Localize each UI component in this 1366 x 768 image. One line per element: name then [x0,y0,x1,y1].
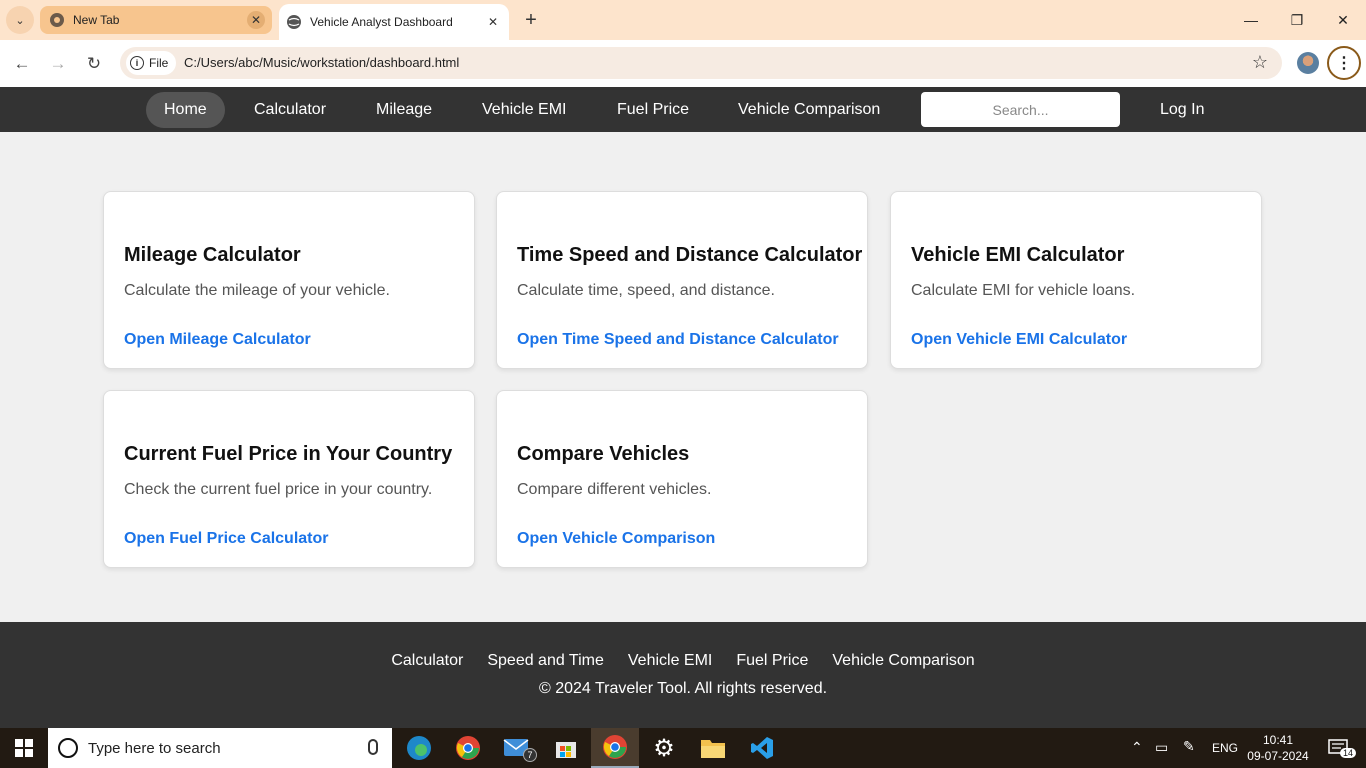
new-tab-plus-icon[interactable]: + [519,8,543,32]
tab-title: Vehicle Analyst Dashboard [310,15,453,29]
url-text[interactable]: C:/Users/abc/Music/workstation/dashboard… [184,55,459,70]
site-info-chip[interactable]: i File [126,51,177,75]
footer-link-fuel-price[interactable]: Fuel Price [736,652,808,670]
tab-close-icon[interactable]: ✕ [247,11,265,29]
battery-icon[interactable]: ▭ [1155,739,1168,756]
chrome-icon[interactable] [444,728,492,768]
browser-toolbar: ← → ↻ i File C:/Users/abc/Music/workstat… [0,40,1366,87]
notification-badge: 14 [1340,748,1357,758]
vscode-icon[interactable] [738,728,786,768]
card-link[interactable]: Open Vehicle Comparison [517,530,715,548]
card-link[interactable]: Open Time Speed and Distance Calculator [517,331,839,349]
footer-links: Calculator Speed and Time Vehicle EMI Fu… [0,652,1366,670]
forward-arrow-icon[interactable]: → [45,51,71,77]
profile-avatar[interactable] [1297,52,1319,74]
info-icon: i [130,56,144,70]
browser-menu-kebab-icon[interactable]: ⋮ [1327,46,1361,80]
card-title: Time Speed and Distance Calculator [517,244,863,266]
tab-close-icon[interactable]: ✕ [484,13,502,31]
site-search-input[interactable] [921,92,1120,127]
login-link[interactable]: Log In [1142,92,1222,128]
back-arrow-icon[interactable]: ← [9,51,35,77]
mail-icon[interactable]: 7 [493,728,541,768]
card-title: Current Fuel Price in Your Country [124,443,453,465]
address-bar[interactable]: i File C:/Users/abc/Music/workstation/da… [120,47,1282,79]
mail-badge: 7 [523,748,537,762]
card-title: Vehicle EMI Calculator [911,244,1125,266]
minimize-icon[interactable]: — [1238,8,1264,32]
site-footer: Calculator Speed and Time Vehicle EMI Fu… [0,622,1366,728]
clock-time: 10:41 [1262,733,1294,747]
copyright-text: © 2024 Traveler Tool. All rights reserve… [538,680,828,697]
card-time-speed-distance: Time Speed and Distance Calculator Calcu… [496,191,868,369]
taskbar-clock[interactable]: 10:41 09-07-2024 [1240,732,1316,764]
card-fuel-price: Current Fuel Price in Your Country Check… [103,390,475,568]
tray-chevron-up-icon[interactable]: ⌃ [1131,739,1143,756]
card-description: Calculate EMI for vehicle loans. [911,282,1136,299]
site-navbar: Home Calculator Mileage Vehicle EMI Fuel… [0,87,1366,132]
footer-link-vehicle-emi[interactable]: Vehicle EMI [628,652,712,670]
tab-title: New Tab [73,13,120,27]
file-explorer-icon[interactable] [689,728,737,768]
windows-start-icon[interactable] [0,728,48,768]
taskbar-search-box[interactable]: Type here to search [48,728,392,768]
nav-item-fuel-price[interactable]: Fuel Price [599,92,707,128]
taskbar-search-placeholder: Type here to search [88,739,221,757]
browser-tab-strip: ⌄ New Tab ✕ Vehicle Analyst Dashboard ✕ … [0,0,1366,40]
windows-taskbar: Type here to search 7 ⚙ ⌃ ▭ ✎ ENG 10:41 … [0,728,1366,768]
chrome-active-icon[interactable] [591,728,639,768]
tab-search-chevron-icon[interactable]: ⌄ [6,6,34,34]
cortana-circle-icon [58,738,78,758]
card-title: Compare Vehicles [517,443,690,465]
card-compare-vehicles: Compare Vehicles Compare different vehic… [496,390,868,568]
bookmark-star-icon[interactable]: ☆ [1252,52,1268,73]
restore-icon[interactable]: ❐ [1284,8,1310,32]
settings-gear-icon[interactable]: ⚙ [640,728,688,768]
nav-item-vehicle-emi[interactable]: Vehicle EMI [464,92,584,128]
site-info-label: File [149,56,169,70]
clock-date: 09-07-2024 [1247,749,1309,763]
footer-link-vehicle-comparison[interactable]: Vehicle Comparison [832,652,974,670]
footer-link-speed-and-time[interactable]: Speed and Time [487,652,604,670]
language-indicator[interactable]: ENG [1212,741,1238,755]
card-vehicle-emi: Vehicle EMI Calculator Calculate EMI for… [890,191,1262,369]
card-link[interactable]: Open Vehicle EMI Calculator [911,331,1127,349]
notification-center-icon[interactable]: 14 [1318,728,1358,768]
nav-item-mileage[interactable]: Mileage [358,92,450,128]
card-title: Mileage Calculator [124,244,301,266]
store-icon[interactable] [542,728,590,768]
card-mileage-calculator: Mileage Calculator Calculate the mileage… [103,191,475,369]
card-link[interactable]: Open Fuel Price Calculator [124,530,329,548]
tab-vehicle-analyst-dashboard[interactable]: Vehicle Analyst Dashboard ✕ [279,4,509,40]
window-close-icon[interactable]: ✕ [1330,8,1356,32]
card-description: Check the current fuel price in your cou… [124,481,433,498]
nav-item-home[interactable]: Home [146,92,225,128]
reload-icon[interactable]: ↻ [81,51,107,77]
card-link[interactable]: Open Mileage Calculator [124,331,311,349]
footer-link-calculator[interactable]: Calculator [391,652,463,670]
chrome-favicon-icon [50,13,64,27]
nav-item-calculator[interactable]: Calculator [236,92,344,128]
card-description: Compare different vehicles. [517,481,712,498]
pen-icon[interactable]: ✎ [1183,738,1195,755]
tab-new-tab[interactable]: New Tab ✕ [40,6,272,34]
edge-icon[interactable] [395,728,443,768]
microphone-icon[interactable] [368,739,378,755]
card-description: Calculate time, speed, and distance. [517,282,775,299]
nav-item-vehicle-comparison[interactable]: Vehicle Comparison [720,92,898,128]
globe-favicon-icon [287,15,301,29]
card-description: Calculate the mileage of your vehicle. [124,282,390,299]
